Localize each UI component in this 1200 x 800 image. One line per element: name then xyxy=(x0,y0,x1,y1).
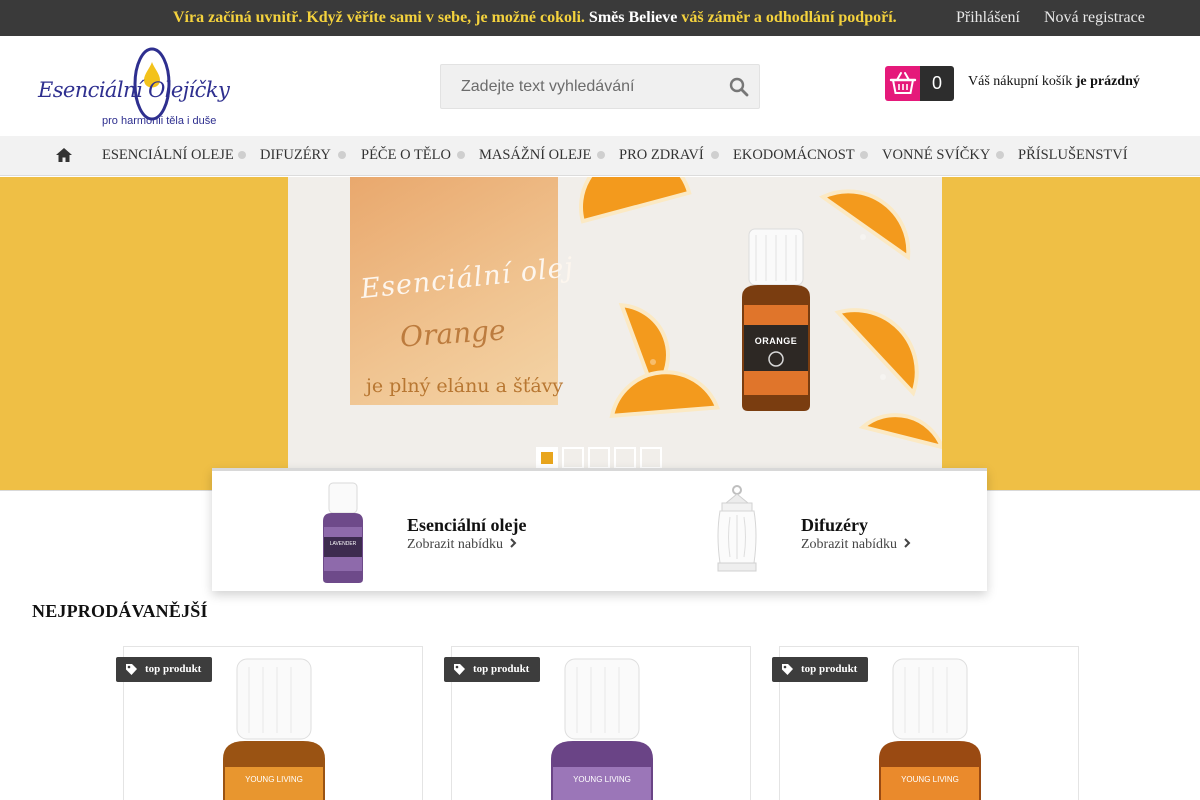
category-title: Esenciální oleje xyxy=(407,515,527,535)
tag-icon xyxy=(782,664,793,675)
svg-text:YOUNG LIVING: YOUNG LIVING xyxy=(245,775,303,784)
slider-dot-1[interactable] xyxy=(536,447,558,469)
badge-label: top produkt xyxy=(473,663,530,675)
category-link[interactable]: Zobrazit nabídku xyxy=(801,537,911,553)
badge-label: top produkt xyxy=(801,663,858,675)
main-navigation: ESENCIÁLNÍ OLEJE DIFUZÉRY PÉČE O TĚLO MA… xyxy=(0,136,1200,176)
slider-dot-3[interactable] xyxy=(588,447,610,469)
tag-icon xyxy=(454,664,465,675)
banner-slide-image[interactable]: Esenciální olej Orange je plný elánu a š… xyxy=(288,177,942,468)
nav-item-ekodomacnost[interactable]: EKODOMÁCNOST xyxy=(733,147,855,164)
diffuser-lantern-image xyxy=(717,485,757,572)
slider-dot-4[interactable] xyxy=(614,447,636,469)
promo-text-1: Víra začíná uvnitř. Když věříte sami v s… xyxy=(173,9,585,26)
nav-separator xyxy=(711,151,719,159)
search-input[interactable] xyxy=(441,65,711,108)
category-title: Difuzéry xyxy=(801,515,868,535)
slider-dot-2[interactable] xyxy=(562,447,584,469)
badge-label: top produkt xyxy=(145,663,202,675)
svg-text:YOUNG LIVING: YOUNG LIVING xyxy=(573,775,631,784)
slider-dot-5[interactable] xyxy=(640,447,662,469)
nav-item-pece-o-telo[interactable]: PÉČE O TĚLO xyxy=(361,147,451,164)
nav-item-vonne-svicky[interactable]: VONNÉ SVÍČKY xyxy=(882,147,990,164)
login-link[interactable]: Přihlášení xyxy=(956,9,1020,27)
category-difuzery[interactable]: Difuzéry Zobrazit nabídku xyxy=(602,471,987,591)
category-link-label: Zobrazit nabídku xyxy=(407,537,504,552)
product-bottle-image: YOUNG LIVING xyxy=(223,658,325,800)
logo-tagline: pro harmonii těla i duše xyxy=(102,115,217,127)
nav-item-difuzery[interactable]: DIFUZÉRY xyxy=(260,147,331,164)
nav-item-masazni-oleje[interactable]: MASÁŽNÍ OLEJE xyxy=(479,147,591,164)
hero-banner[interactable]: Esenciální olej Orange je plný elánu a š… xyxy=(0,177,1200,491)
category-esencialni-oleje[interactable]: LAVENDER Esenciální oleje Zobrazit nabíd… xyxy=(212,471,602,591)
top-bar: Víra začíná uvnitř. Když věříte sami v s… xyxy=(0,0,1200,36)
nav-separator xyxy=(996,151,1004,159)
cart-summary[interactable]: Váš nákupní košík je prázdný xyxy=(968,74,1140,90)
essential-oil-bottle-image xyxy=(742,228,810,411)
top-product-badge: top produkt xyxy=(772,657,868,682)
svg-text:YOUNG LIVING: YOUNG LIVING xyxy=(901,775,959,784)
promo-text-2: váš záměr a odhodlání podpoří. xyxy=(681,9,897,26)
cart-count[interactable]: 0 xyxy=(920,66,954,101)
register-link[interactable]: Nová registrace xyxy=(1044,9,1145,27)
search-icon[interactable] xyxy=(729,77,749,97)
logo-wordmark: Esenciální Olejíčky xyxy=(38,78,230,102)
category-bottle-label: LAVENDER xyxy=(329,541,357,547)
cart-button[interactable] xyxy=(885,66,921,101)
tag-icon xyxy=(126,664,137,675)
nav-separator xyxy=(597,151,605,159)
product-bottle-image: YOUNG LIVING xyxy=(551,658,653,800)
nav-item-pro-zdravi[interactable]: PRO ZDRAVÍ xyxy=(619,147,704,164)
product-bottle-image: YOUNG LIVING xyxy=(879,658,981,800)
category-link-label: Zobrazit nabídku xyxy=(801,537,898,552)
site-logo[interactable]: Esenciální Olejíčky pro harmonii těla i … xyxy=(36,44,236,130)
category-link[interactable]: Zobrazit nabídku xyxy=(407,537,517,553)
lavender-bottle-image xyxy=(323,482,363,583)
search-box xyxy=(440,64,760,109)
top-product-badge: top produkt xyxy=(116,657,212,682)
section-title-bestsellers: NEJPRODÁVANĚJŠÍ xyxy=(32,601,208,621)
top-product-badge: top produkt xyxy=(444,657,540,682)
nav-separator xyxy=(338,151,346,159)
banner-tagline: je plný elánu a šťávy xyxy=(366,375,564,397)
promo-product-name: Směs Believe xyxy=(588,9,678,26)
cart-label: Váš nákupní košík xyxy=(968,74,1073,89)
nav-separator xyxy=(457,151,465,159)
cart-status: je prázdný xyxy=(1075,74,1140,89)
nav-separator xyxy=(860,151,868,159)
nav-item-esencialni-oleje[interactable]: ESENCIÁLNÍ OLEJE xyxy=(102,147,234,164)
chevron-right-icon xyxy=(903,538,910,548)
chevron-right-icon xyxy=(509,538,516,548)
nav-item-prislusenstvi[interactable]: PŘÍSLUŠENSTVÍ xyxy=(1018,147,1128,164)
banner-bottle-label: ORANGE xyxy=(754,336,798,346)
shopping-basket-icon xyxy=(889,72,917,94)
category-highlights: LAVENDER Esenciální oleje Zobrazit nabíd… xyxy=(212,468,987,591)
home-icon[interactable] xyxy=(55,147,73,163)
nav-separator xyxy=(238,151,246,159)
promo-message[interactable]: Víra začíná uvnitř. Když věříte sami v s… xyxy=(173,9,897,27)
